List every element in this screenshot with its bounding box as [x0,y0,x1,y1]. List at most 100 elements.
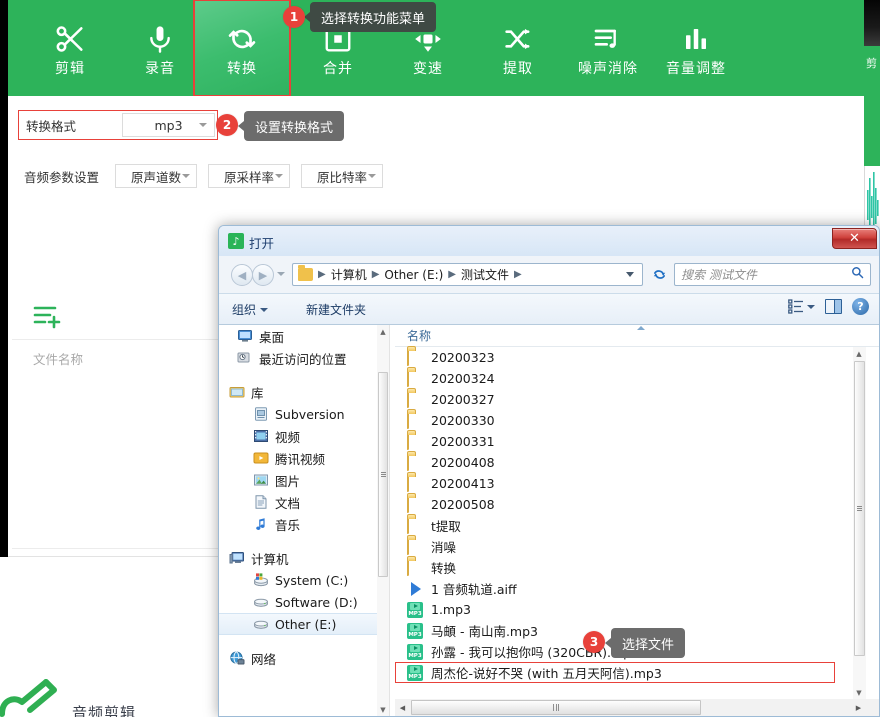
list-item[interactable]: 消噪 [395,536,879,557]
file-name: 马頔 - 南山南.mp3 [431,624,538,639]
sidebar-item-system-c[interactable]: System (C:) [219,569,377,591]
sidebar-item-label: 音乐 [275,517,301,533]
help-icon[interactable]: ? [852,298,869,315]
chevron-down-icon[interactable] [626,272,634,277]
callout-badge-1: 1 [283,6,305,28]
nav-scroll-thumb[interactable] [378,372,388,577]
chevron-down-icon [260,307,269,312]
format-label: 转换格式 [26,118,77,134]
add-file-icon[interactable] [33,304,63,334]
scroll-up-arrow-icon[interactable]: ▲ [377,325,389,338]
tool-label: 噪声消除 [578,61,638,77]
close-button[interactable]: ✕ [832,228,877,249]
network-icon [229,650,245,666]
sidebar-item-music[interactable]: 音乐 [219,513,377,535]
sidebar-item-tencent-video[interactable]: 腾讯视频 [219,447,377,469]
scroll-right-arrow-icon[interactable]: ▶ [851,699,866,716]
list-item[interactable]: MP3 1.mp3 [395,599,879,620]
chevron-down-icon[interactable] [277,272,285,276]
sidebar-item-software-d[interactable]: Software (D:) [219,591,377,613]
nav-pane-scrollbar[interactable]: ▲ ▼ [377,325,389,716]
breadcrumb-computer[interactable]: 计算机 [329,266,369,283]
tool-label: 转换 [227,61,257,77]
organize-button[interactable]: 组织 [232,301,269,318]
screen-root: 剪辑 录音 转换 合并 变速 提取 噪声消除 音量调整 转换格式 mp3 音频参… [0,0,880,717]
back-arrow-icon[interactable]: ◀ [231,264,253,286]
folder-icon [407,495,424,513]
sidebar-item-computer[interactable]: 计算机 [219,547,377,569]
sidebar-item-pictures[interactable]: 图片 [219,469,377,491]
search-icon[interactable] [851,266,864,283]
callout-tip-1: 选择转换功能菜单 [303,2,437,32]
forward-arrow-icon[interactable]: ▶ [252,264,274,286]
list-item[interactable]: 20200413 [395,473,879,494]
right-window-titlebar [864,0,880,46]
sidebar-item-subversion[interactable]: Subversion [219,403,377,425]
preview-pane-icon[interactable] [825,299,842,314]
computer-icon [229,550,245,566]
list-item[interactable]: 20200324 [395,368,879,389]
tool-button-clip[interactable]: 剪辑 [22,0,118,96]
list-item[interactable]: 1 音频轨道.aiff [395,578,879,599]
chevron-down-icon [807,304,815,309]
chevron-down-icon [199,123,207,127]
sidebar-item-other-e[interactable]: Other (E:) [219,613,377,635]
hscroll-thumb[interactable] [411,700,701,715]
music-icon [253,516,269,532]
grip-icon [380,471,386,478]
sidebar-item-libraries[interactable]: 库 [219,381,377,403]
column-header-name[interactable]: 名称 [395,327,431,344]
tool-button-volume[interactable]: 音量调整 [640,0,752,96]
right-window-tool-label: 剪 [866,57,877,69]
folder-icon [407,558,424,576]
file-name: 20200330 [431,413,495,428]
search-input[interactable]: 搜索 测试文件 [681,266,851,283]
mp3-file-icon: MP3 [407,643,424,660]
list-item[interactable]: t提取 [395,515,879,536]
library-icon [229,384,245,400]
scroll-down-arrow-icon[interactable]: ▼ [853,686,865,699]
format-row: 转换格式 mp3 [18,110,218,140]
list-item[interactable]: 20200323 [395,347,879,368]
address-bar[interactable]: ▶ 计算机 ▶ Other (E:) ▶ 测试文件 ▶ [292,263,643,286]
sidebar-item-recent-places[interactable]: 最近访问的位置 [219,347,377,369]
sidebar-item-network[interactable]: 网络 [219,647,377,669]
file-list-column-header: 文件名称 [33,352,84,367]
refresh-icon[interactable] [649,265,669,284]
search-box[interactable]: 搜索 测试文件 [674,263,871,286]
format-select[interactable]: mp3 [122,113,215,137]
dialog-titlebar[interactable]: ♪ 打开 ✕ [219,226,879,256]
sidebar-item-label: 视频 [275,429,301,445]
video-icon [253,428,269,444]
list-item[interactable]: 20200331 [395,431,879,452]
list-item[interactable]: 20200508 [395,494,879,515]
view-mode-icon[interactable] [788,299,815,314]
new-folder-button[interactable]: 新建文件夹 [306,301,366,318]
scroll-up-arrow-icon[interactable]: ▲ [853,347,865,360]
sidebar-item-label: Software (D:) [275,594,358,610]
scroll-down-arrow-icon[interactable]: ▼ [377,703,389,716]
list-item[interactable]: 20200330 [395,410,879,431]
breadcrumb-drive[interactable]: Other (E:) [382,268,445,282]
scroll-left-arrow-icon[interactable]: ◀ [395,699,410,716]
list-item-selected[interactable]: MP3 周杰伦-说好不哭 (with 五月天阿信).mp3 [395,662,835,683]
tool-button-convert[interactable]: 转换 [193,0,291,97]
microphone-icon [141,20,179,58]
file-list-hscrollbar[interactable]: ◀ ▶ [395,699,866,716]
list-item[interactable]: 转换 [395,557,879,578]
channels-select[interactable]: 原声道数 [115,164,198,188]
sidebar-item-label: 图片 [275,473,301,489]
sidebar-item-documents[interactable]: 文档 [219,491,377,513]
list-item[interactable]: 20200327 [395,389,879,410]
samplerate-select[interactable]: 原采样率 [208,164,291,188]
list-item[interactable]: 20200408 [395,452,879,473]
app-logo: 音频剪辑 [0,678,200,717]
file-scroll-thumb[interactable] [854,361,865,656]
bitrate-select[interactable]: 原比特率 [301,164,384,188]
file-list-scrollbar[interactable]: ▲ ▼ [853,347,866,699]
sidebar-item-desktop[interactable]: 桌面 [219,325,377,347]
breadcrumb-folder[interactable]: 测试文件 [459,266,511,283]
sidebar-item-video[interactable]: 视频 [219,425,377,447]
file-name: 20200508 [431,497,495,512]
